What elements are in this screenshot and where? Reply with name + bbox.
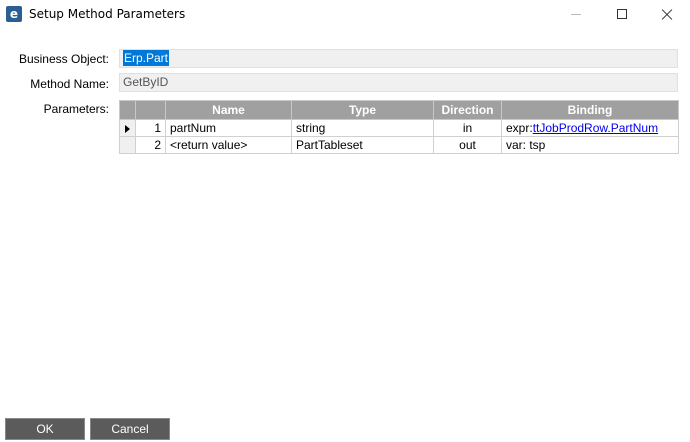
setup-method-parameters-dialog: e Setup Method Parameters Business Objec… <box>0 0 690 442</box>
param-name-cell[interactable]: partNum <box>165 119 292 137</box>
grid-header-index <box>135 100 166 120</box>
business-object-value: Erp.Part <box>123 50 170 66</box>
app-logo-icon: e <box>6 6 22 22</box>
param-binding-cell[interactable]: expr:ttJobProdRow.PartNum <box>501 119 679 137</box>
method-name-field[interactable]: GetByID <box>119 73 678 92</box>
maximize-icon[interactable] <box>599 0 645 30</box>
parameters-grid: Name Type Direction Binding 1 partNum st… <box>119 100 679 154</box>
parameters-label: Parameters: <box>43 102 109 116</box>
business-object-label: Business Object: <box>18 52 109 66</box>
table-row[interactable]: 2 <return value> PartTableset out var: t… <box>119 136 679 154</box>
param-name-cell[interactable]: <return value> <box>165 136 292 154</box>
param-type-cell[interactable]: string <box>291 119 434 137</box>
current-row-arrow-icon <box>125 124 130 133</box>
binding-link[interactable]: ttJobProdRow.PartNum <box>533 121 658 135</box>
ok-button[interactable]: OK <box>5 418 85 440</box>
business-object-field[interactable]: Erp.Part <box>119 49 678 68</box>
row-selector[interactable] <box>119 119 136 137</box>
param-direction-cell[interactable]: out <box>433 136 502 154</box>
column-header-direction[interactable]: Direction <box>433 100 502 120</box>
row-selector[interactable] <box>119 136 136 154</box>
title-bar: e Setup Method Parameters <box>0 0 690 30</box>
minimize-icon[interactable] <box>552 0 598 30</box>
row-index: 2 <box>135 136 166 154</box>
row-index: 1 <box>135 119 166 137</box>
grid-header-selector <box>119 100 136 120</box>
column-header-type[interactable]: Type <box>291 100 434 120</box>
cancel-button[interactable]: Cancel <box>90 418 170 440</box>
close-icon[interactable] <box>644 0 690 30</box>
binding-prefix: var: tsp <box>506 138 546 152</box>
param-type-cell[interactable]: PartTableset <box>291 136 434 154</box>
method-name-label: Method Name: <box>30 77 109 91</box>
param-direction-cell[interactable]: in <box>433 119 502 137</box>
table-row[interactable]: 1 partNum string in expr:ttJobProdRow.Pa… <box>119 119 679 137</box>
param-binding-cell[interactable]: var: tsp <box>501 136 679 154</box>
window-title: Setup Method Parameters <box>29 7 186 21</box>
grid-header-row: Name Type Direction Binding <box>119 100 679 120</box>
column-header-name[interactable]: Name <box>165 100 292 120</box>
column-header-binding[interactable]: Binding <box>501 100 679 120</box>
binding-prefix: expr: <box>506 121 533 135</box>
